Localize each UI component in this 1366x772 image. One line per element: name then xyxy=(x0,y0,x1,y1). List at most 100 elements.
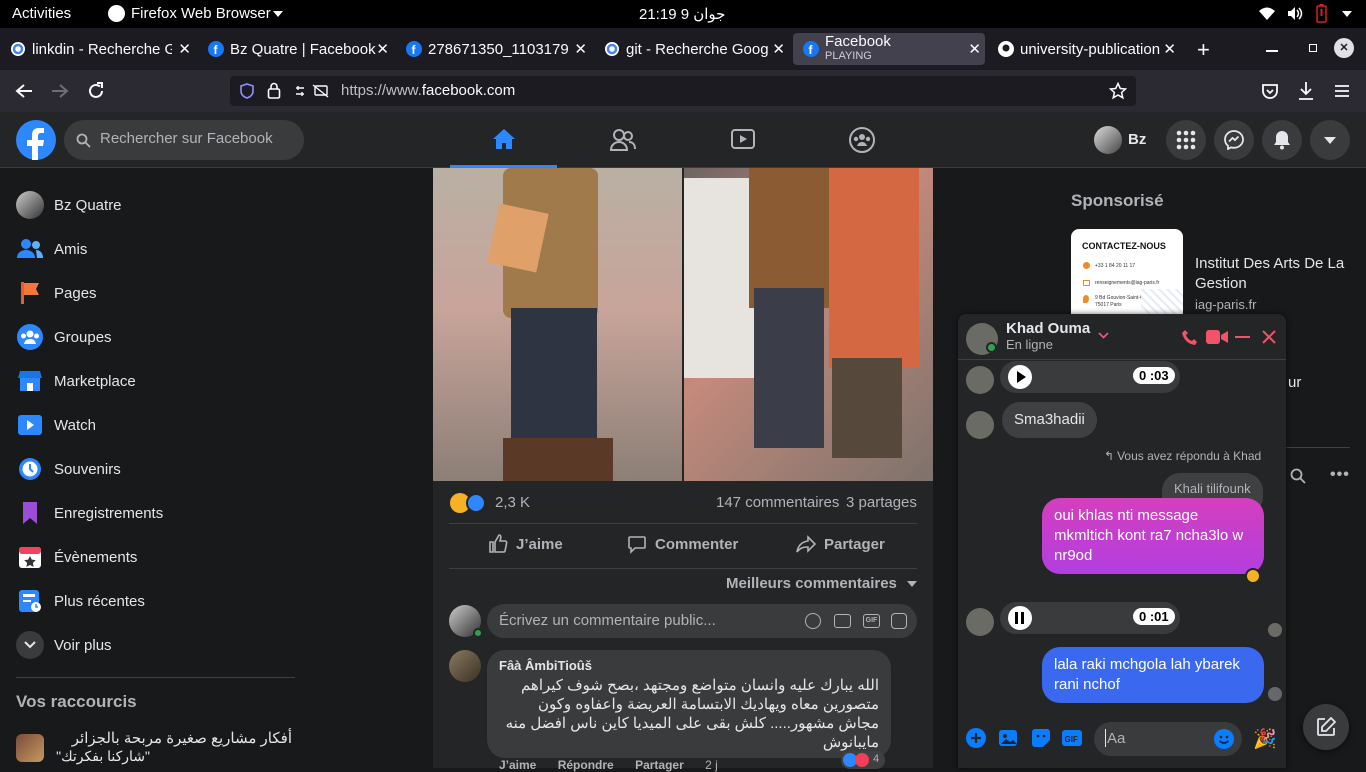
audio-message[interactable]: 0 :03 xyxy=(1000,361,1180,393)
post-photo-right[interactable] xyxy=(684,168,933,481)
sidebar-item-watch[interactable]: Watch xyxy=(16,407,96,443)
search-box[interactable]: Rechercher sur Facebook xyxy=(64,120,304,160)
wow-reaction-icon[interactable] xyxy=(1245,568,1261,584)
friends-nav-icon[interactable] xyxy=(610,128,636,152)
emoji-icon[interactable] xyxy=(1214,729,1234,749)
more-options-icon[interactable]: ••• xyxy=(1330,466,1350,484)
sticker-icon[interactable] xyxy=(1031,728,1051,748)
account-menu-button[interactable] xyxy=(1310,120,1350,160)
tab-linkdin[interactable]: linkdin - Recherche G ✕ xyxy=(0,33,195,65)
system-menu-arrow-icon[interactable] xyxy=(1342,11,1352,17)
volume-icon[interactable] xyxy=(1287,6,1303,21)
wifi-icon[interactable] xyxy=(1258,6,1276,21)
shares-count[interactable]: 3 partages xyxy=(846,494,917,511)
ad-name[interactable]: Institut Des Arts De La Gestion xyxy=(1195,254,1355,294)
close-chat-icon[interactable] xyxy=(1262,330,1276,344)
comment-button[interactable]: Commenter xyxy=(627,534,738,554)
chat-contact-name[interactable]: Khad Ouma xyxy=(1006,320,1090,337)
comment-input[interactable]: Écrivez un commentaire public... GIF xyxy=(487,604,917,638)
comment-like-link[interactable]: J’aime xyxy=(499,758,536,772)
message-input[interactable]: Aa xyxy=(1094,722,1242,756)
bookmark-star-icon[interactable] xyxy=(1109,82,1127,100)
notifications-button[interactable] xyxy=(1262,120,1302,160)
messenger-button[interactable] xyxy=(1214,120,1254,160)
downloads-icon[interactable] xyxy=(1297,81,1315,101)
sidebar-item-profile[interactable]: Bz Quatre xyxy=(16,187,122,223)
new-message-button[interactable] xyxy=(1303,704,1349,750)
permissions-icon[interactable] xyxy=(295,84,331,98)
pocket-icon[interactable] xyxy=(1261,82,1279,100)
emoji-icon[interactable] xyxy=(805,613,821,629)
profile-button[interactable]: Bz xyxy=(1092,124,1154,156)
tab-image[interactable]: f 278671350_1103179 ✕ xyxy=(396,33,591,65)
url-bar[interactable]: https://www.facebook.com xyxy=(230,76,1136,106)
close-window-icon[interactable]: ✕ xyxy=(1334,38,1354,58)
forward-icon[interactable] xyxy=(51,83,69,99)
photo-icon[interactable] xyxy=(999,728,1019,748)
like-button[interactable]: J’aime xyxy=(488,534,563,554)
tracking-shield-icon[interactable] xyxy=(240,83,254,99)
reactions-count[interactable]: 2,3 K xyxy=(495,494,530,511)
phone-call-icon[interactable] xyxy=(1182,329,1199,346)
comment-time[interactable]: 2 j xyxy=(705,758,718,772)
back-icon[interactable] xyxy=(15,83,33,99)
maximize-window-icon[interactable] xyxy=(1309,44,1317,52)
groups-nav-icon[interactable] xyxy=(849,127,875,153)
watch-nav-icon[interactable] xyxy=(731,129,755,151)
sidebar-item-pages[interactable]: Pages xyxy=(16,275,97,311)
new-tab-icon[interactable]: + xyxy=(1197,37,1210,63)
tab-bz-quatre[interactable]: f Bz Quatre | Facebook ✕ xyxy=(198,33,393,65)
ad-domain[interactable]: iag-paris.fr xyxy=(1195,297,1256,312)
party-popper-icon[interactable]: 🎉 xyxy=(1253,727,1277,751)
tab-close-icon[interactable]: ✕ xyxy=(178,40,191,58)
app-menu[interactable]: Firefox Web Browser xyxy=(131,5,271,22)
sticker-icon[interactable] xyxy=(891,613,907,629)
comments-count[interactable]: 147 commentaires xyxy=(716,494,839,511)
activities-button[interactable]: Activities xyxy=(12,5,71,22)
lock-icon[interactable] xyxy=(267,82,281,99)
sidebar-item-memories[interactable]: Souvenirs xyxy=(16,451,121,487)
share-button[interactable]: Partager xyxy=(796,534,885,554)
tab-close-icon[interactable]: ✕ xyxy=(574,40,587,58)
post-photo-left[interactable] xyxy=(433,168,682,481)
comment-share-link[interactable]: Partager xyxy=(635,758,684,772)
minimize-window-icon[interactable] xyxy=(1266,50,1278,52)
facebook-logo-icon[interactable] xyxy=(16,120,56,160)
sidebar-item-see-more[interactable]: Voir plus xyxy=(16,627,112,663)
comment-author[interactable]: Fâà ÂmbiTioûš xyxy=(499,658,592,673)
comment-reactions[interactable]: 4 xyxy=(841,751,885,769)
reload-icon[interactable] xyxy=(87,82,105,100)
avatar[interactable] xyxy=(449,650,481,682)
comment-reply-link[interactable]: Répondre xyxy=(558,758,614,772)
tab-close-icon[interactable]: ✕ xyxy=(376,40,389,58)
hamburger-menu-icon[interactable] xyxy=(1334,84,1350,98)
reaction-icons[interactable] xyxy=(450,493,490,513)
sidebar-item-saved[interactable]: Enregistrements xyxy=(16,495,163,531)
tab-close-icon[interactable]: ✕ xyxy=(1163,40,1176,58)
video-call-icon[interactable] xyxy=(1206,330,1228,344)
clock[interactable]: 21:19 9 جوان xyxy=(639,5,725,23)
audio-message[interactable]: 0 :01 xyxy=(1000,602,1180,634)
minimize-chat-icon[interactable] xyxy=(1235,336,1250,338)
sidebar-item-friends[interactable]: Amis xyxy=(16,231,87,267)
shortcut-item[interactable]: أفكار مشاريع صغيرة مربحة بالجزائر "شاركن… xyxy=(16,728,296,768)
tab-close-icon[interactable]: ✕ xyxy=(968,40,981,58)
tab-close-icon[interactable]: ✕ xyxy=(772,40,785,58)
gif-icon[interactable]: GIF xyxy=(863,614,880,628)
pause-button[interactable] xyxy=(1008,606,1032,630)
chevron-down-icon[interactable] xyxy=(1098,332,1109,339)
camera-icon[interactable] xyxy=(834,614,851,628)
tab-git[interactable]: git - Recherche Googl ✕ xyxy=(594,33,789,65)
tab-university[interactable]: university-publication ✕ xyxy=(988,33,1180,65)
tab-facebook-active[interactable]: f Facebook PLAYING ✕ xyxy=(793,33,985,65)
sidebar-item-marketplace[interactable]: Marketplace xyxy=(16,363,136,399)
plus-circle-icon[interactable] xyxy=(966,728,986,748)
contacts-search-icon[interactable] xyxy=(1290,468,1306,484)
comments-sort-button[interactable]: Meilleurs commentaires xyxy=(726,575,918,592)
sidebar-item-events[interactable]: Évènements xyxy=(16,539,137,575)
sidebar-item-groups[interactable]: Groupes xyxy=(16,319,112,355)
sidebar-item-recent[interactable]: Plus récentes xyxy=(16,583,145,619)
battery-icon[interactable] xyxy=(1316,4,1327,23)
gif-icon[interactable]: GIF xyxy=(1062,728,1082,748)
nav-home-tab[interactable] xyxy=(450,112,557,168)
